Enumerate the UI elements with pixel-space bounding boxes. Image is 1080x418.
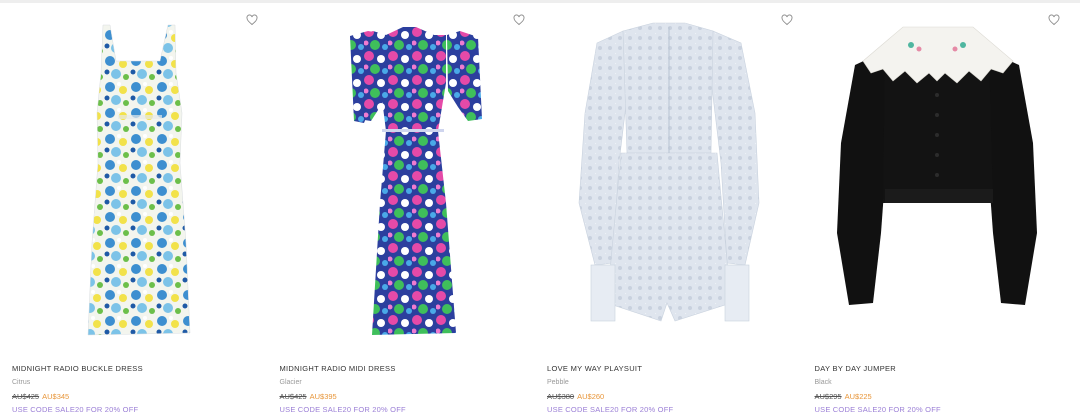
sale-price: AU$225 <box>844 392 872 401</box>
original-price: AU$295 <box>814 392 842 401</box>
heart-outline-icon[interactable] <box>1048 13 1062 27</box>
product-card[interactable]: LOVE MY WAY PLAYSUIT Pebble AU$380 AU$260… <box>535 3 803 418</box>
heart-outline-icon[interactable] <box>246 13 260 27</box>
product-color: Black <box>814 379 832 386</box>
product-price: AU$295 AU$225 <box>815 390 1063 403</box>
product-card[interactable]: MIDNIGHT RADIO BUCKLE DRESS Citrus AU$42… <box>0 3 268 418</box>
promo-text: USE CODE SALE20 FOR 20% OFF <box>547 405 674 414</box>
product-color: Citrus <box>12 379 31 386</box>
original-price: AU$425 <box>12 392 40 401</box>
sale-price: AU$345 <box>42 392 70 401</box>
promo-text: USE CODE SALE20 FOR 20% OFF <box>279 405 406 414</box>
product-name[interactable]: MIDNIGHT RADIO MIDI DRESS <box>280 362 528 375</box>
product-image[interactable] <box>535 3 802 351</box>
product-card[interactable]: MIDNIGHT RADIO MIDI DRESS Glacier AU$425… <box>267 3 536 418</box>
product-name[interactable]: DAY BY DAY JUMPER <box>815 362 1063 375</box>
product-color: Glacier <box>279 379 302 386</box>
product-price: AU$380 AU$260 <box>547 390 795 403</box>
original-price: AU$425 <box>279 392 307 401</box>
product-card[interactable]: DAY BY DAY JUMPER Black AU$295 AU$225 USE… <box>802 3 1071 418</box>
product-name[interactable]: MIDNIGHT RADIO BUCKLE DRESS <box>12 362 260 375</box>
promo-text: USE CODE SALE20 FOR 20% OFF <box>12 405 139 414</box>
heart-outline-icon[interactable] <box>781 13 795 27</box>
product-price: AU$425 AU$345 <box>12 390 260 403</box>
sale-price: AU$260 <box>577 392 605 401</box>
product-color: Pebble <box>547 379 569 386</box>
product-price: AU$425 AU$395 <box>280 390 528 403</box>
product-image[interactable] <box>0 3 267 351</box>
product-name[interactable]: LOVE MY WAY PLAYSUIT <box>547 362 795 375</box>
promo-text: USE CODE SALE20 FOR 20% OFF <box>814 405 941 414</box>
original-price: AU$380 <box>547 392 575 401</box>
heart-outline-icon[interactable] <box>513 13 527 27</box>
product-image[interactable] <box>267 3 535 351</box>
product-image[interactable] <box>802 3 1070 351</box>
sale-price: AU$395 <box>309 392 337 401</box>
product-grid: MIDNIGHT RADIO BUCKLE DRESS Citrus AU$42… <box>0 3 1080 418</box>
